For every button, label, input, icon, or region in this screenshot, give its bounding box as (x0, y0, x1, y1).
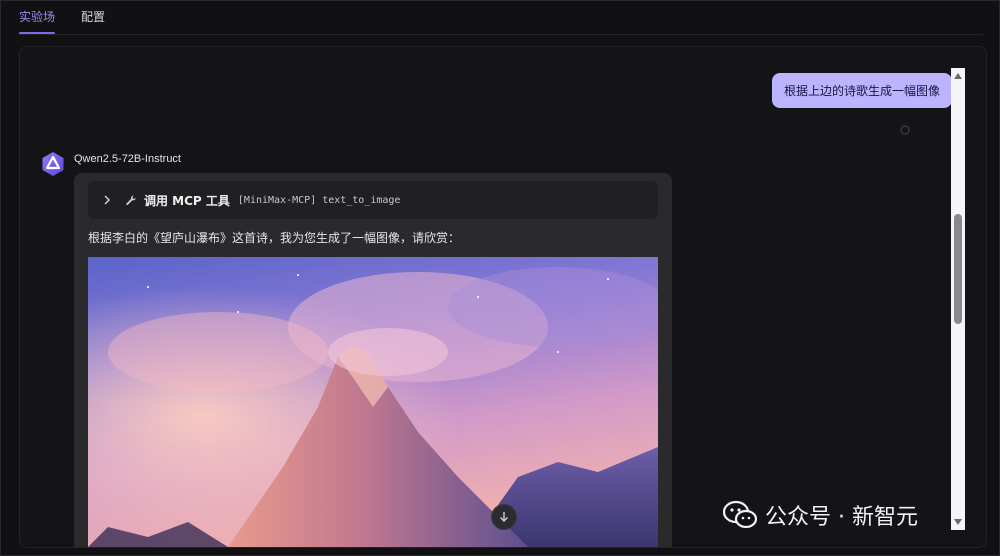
tool-call-title: 调用 MCP 工具 (144, 193, 230, 208)
user-message: 根据上边的诗歌生成一幅图像 (771, 73, 952, 108)
tab-divider (19, 34, 983, 35)
arrow-down-icon (500, 512, 508, 522)
watermark-text: 公众号 · 新智元 (765, 505, 918, 530)
tab-bar: 实验场 配置 (19, 1, 105, 35)
chat-panel: 根据上边的诗歌生成一幅图像 Qwen2.5-72B-Instruct 调用 MC… (19, 46, 987, 548)
generated-image[interactable] (88, 257, 658, 547)
scroll-down-arrow-icon[interactable] (951, 516, 965, 528)
scrollbar-thumb[interactable] (954, 214, 962, 324)
watermark: 公众号 · 新智元 (722, 499, 918, 531)
chevron-right-icon (100, 193, 114, 207)
vertical-scrollbar[interactable] (951, 68, 965, 530)
app-window: 实验场 配置 根据上边的诗歌生成一幅图像 Qwen2.5-72B-Instruc… (0, 0, 1000, 556)
wrench-icon (124, 193, 138, 207)
tool-server-label: [MiniMax-MCP] (237, 194, 317, 206)
tool-name-label: text_to_image (322, 194, 401, 206)
tab-config[interactable]: 配置 (81, 1, 105, 35)
bot-name: Qwen2.5-72B-Instruct (74, 153, 181, 165)
edit-icon[interactable] (899, 124, 911, 136)
wechat-icon (722, 500, 758, 530)
tab-playground[interactable]: 实验场 (19, 1, 56, 35)
bot-message: 调用 MCP 工具 [MiniMax-MCP] text_to_image 根据… (74, 173, 672, 547)
scroll-to-bottom-button[interactable] (491, 504, 517, 530)
scroll-up-arrow-icon[interactable] (951, 70, 965, 82)
qwen-logo-icon (40, 151, 66, 177)
bot-answer-text: 根据李白的《望庐山瀑布》这首诗，我为您生成了一幅图像，请欣赏： (88, 231, 461, 245)
tool-call-collapsible[interactable]: 调用 MCP 工具 [MiniMax-MCP] text_to_image (88, 181, 658, 219)
